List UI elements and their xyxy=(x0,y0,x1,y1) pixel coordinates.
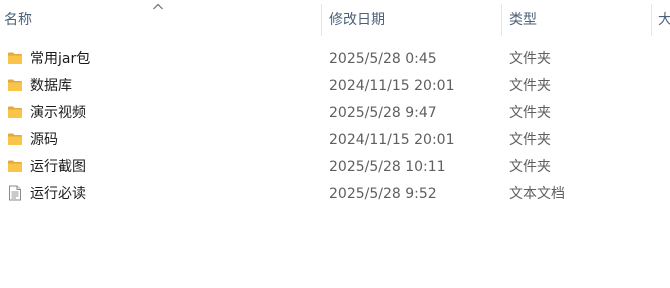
file-name: 演示视频 xyxy=(30,105,86,121)
folder-icon xyxy=(8,79,22,91)
folder-icon xyxy=(8,52,22,64)
file-row[interactable]: 数据库 2024/11/15 20:01 文件夹 xyxy=(0,72,670,99)
file-type: 文件夹 xyxy=(509,78,551,94)
file-type: 文本文档 xyxy=(509,186,565,202)
file-row[interactable]: 演示视频 2025/5/28 9:47 文件夹 xyxy=(0,99,670,126)
column-header-type-label: 类型 xyxy=(509,12,537,28)
text-document-icon xyxy=(9,185,21,201)
file-row[interactable]: 运行必读 2025/5/28 9:52 文本文档 xyxy=(0,180,670,207)
file-type: 文件夹 xyxy=(509,105,551,121)
file-row[interactable]: 运行截图 2025/5/28 10:11 文件夹 xyxy=(0,153,670,180)
file-list: 常用jar包 2025/5/28 0:45 文件夹 数据库 2024/11/15… xyxy=(0,45,670,207)
file-type: 文件夹 xyxy=(509,51,551,67)
sort-ascending-icon xyxy=(153,3,163,10)
file-date: 2025/5/28 9:47 xyxy=(329,105,437,121)
file-date: 2025/5/28 10:11 xyxy=(329,159,446,175)
column-header-type[interactable]: 类型 xyxy=(502,0,650,37)
column-header-bar: 名称 修改日期 类型 大 xyxy=(0,0,670,37)
folder-icon xyxy=(8,160,22,172)
column-header-name-label: 名称 xyxy=(4,12,32,28)
file-type: 文件夹 xyxy=(509,159,551,175)
column-header-size-label: 大 xyxy=(658,12,670,28)
file-date: 2024/11/15 20:01 xyxy=(329,78,455,94)
file-date: 2025/5/28 0:45 xyxy=(329,51,437,67)
file-explorer: 名称 修改日期 类型 大 常用jar包 2025/5/28 0:45 文件夹 数… xyxy=(0,0,670,288)
file-name: 运行必读 xyxy=(30,186,86,202)
column-header-size[interactable]: 大 xyxy=(652,0,670,37)
folder-icon xyxy=(8,133,22,145)
file-date: 2025/5/28 9:52 xyxy=(329,186,437,202)
column-header-date-label: 修改日期 xyxy=(329,12,385,28)
file-name: 源码 xyxy=(30,132,58,148)
column-header-date[interactable]: 修改日期 xyxy=(322,0,500,37)
folder-icon xyxy=(8,106,22,118)
file-row[interactable]: 源码 2024/11/15 20:01 文件夹 xyxy=(0,126,670,153)
file-type: 文件夹 xyxy=(509,132,551,148)
file-name: 运行截图 xyxy=(30,159,86,175)
file-name: 数据库 xyxy=(30,78,72,94)
file-name: 常用jar包 xyxy=(30,51,91,67)
file-row[interactable]: 常用jar包 2025/5/28 0:45 文件夹 xyxy=(0,45,670,72)
file-date: 2024/11/15 20:01 xyxy=(329,132,455,148)
